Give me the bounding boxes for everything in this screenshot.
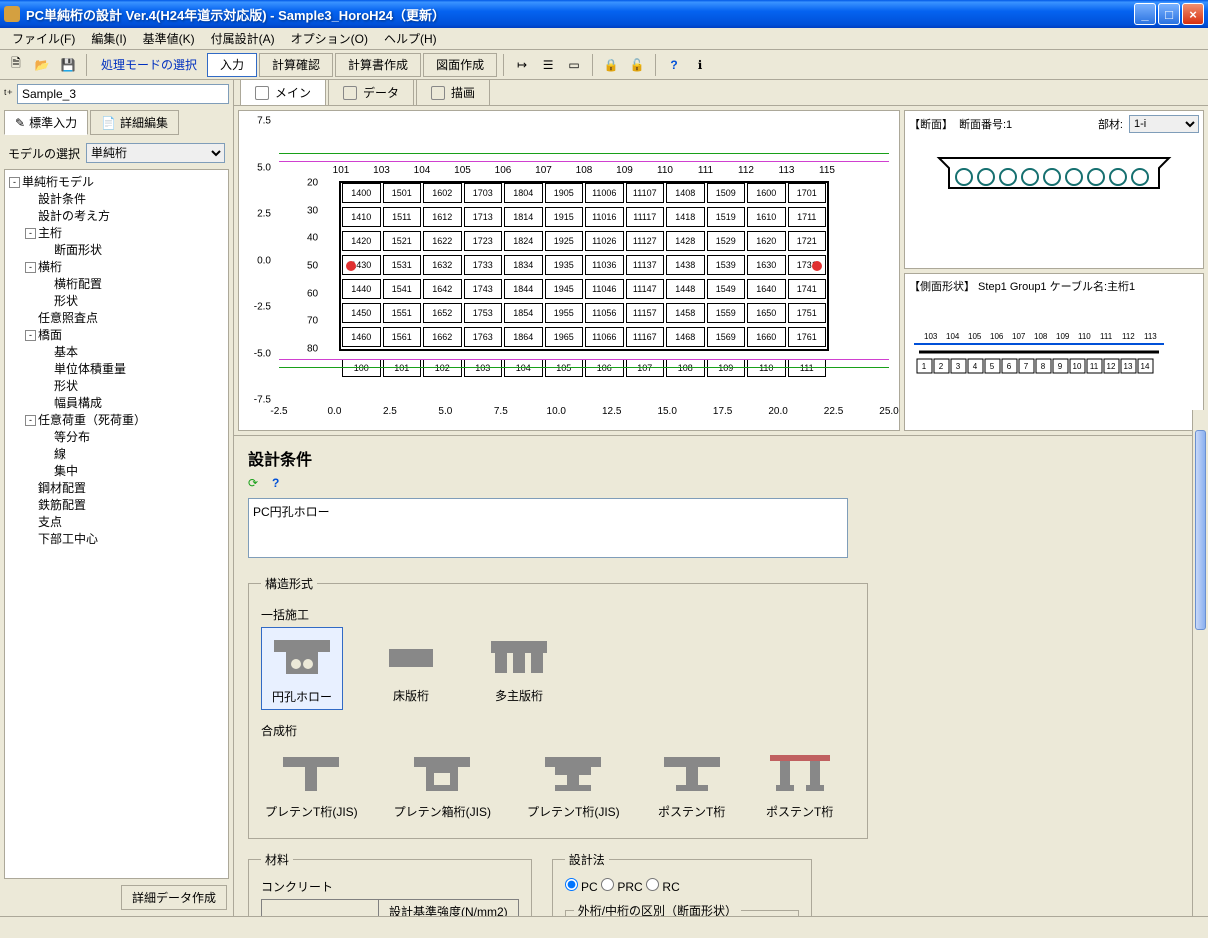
- structure-type-group: 構造形式 一括施工 円孔ホロー床版桁多主版桁 合成桁 プレテンT桁(JIS)プレ…: [248, 575, 868, 839]
- close-button[interactable]: ×: [1182, 3, 1204, 25]
- app-icon: [4, 6, 20, 22]
- svg-text:109: 109: [1056, 332, 1070, 341]
- menu-file[interactable]: ファイル(F): [4, 28, 83, 49]
- tab-standard-input[interactable]: ✎標準入力: [4, 110, 88, 135]
- svg-text:107: 107: [1012, 332, 1026, 341]
- model-tree[interactable]: -単純桁モデル 設計条件 設計の考え方 -主桁 断面形状 -横桁 横桁配置 形状: [4, 169, 229, 879]
- girder-dist-group: 外桁/中桁の区別（断面形状） 同じ 異なる: [565, 902, 799, 916]
- section-view: 【断面】 断面番号:1 部材: 1-i: [904, 110, 1204, 269]
- sheet-icon: 📄: [101, 116, 116, 130]
- struct-item[interactable]: 多主版桁: [479, 627, 559, 710]
- rp-tab-main[interactable]: メイン: [240, 79, 326, 105]
- rp-tab-data[interactable]: データ: [328, 79, 414, 105]
- svg-text:3: 3: [956, 362, 961, 371]
- struct-item[interactable]: プレテンT桁(JIS): [523, 743, 624, 824]
- struct-item[interactable]: プレテンT桁(JIS): [261, 743, 362, 824]
- svg-text:7: 7: [1024, 362, 1029, 371]
- right-panel: メイン データ 描画 -7.5-5.0-2.50.02.55.07.5 -2.5…: [234, 80, 1208, 916]
- svg-text:11: 11: [1090, 362, 1099, 371]
- save-file-button[interactable]: [56, 53, 80, 77]
- svg-text:113: 113: [1144, 332, 1157, 341]
- radio-pc[interactable]: PC: [565, 880, 598, 894]
- model-name-input[interactable]: [17, 84, 229, 104]
- toolbar-ext1[interactable]: ↦: [510, 53, 534, 77]
- svg-text:4: 4: [973, 362, 978, 371]
- svg-text:14: 14: [1141, 362, 1150, 371]
- description-textbox[interactable]: [248, 498, 848, 558]
- form-title: 設計条件: [248, 446, 1188, 470]
- svg-text:111: 111: [1100, 332, 1113, 341]
- new-file-button[interactable]: [4, 53, 28, 77]
- svg-text:12: 12: [1107, 362, 1116, 371]
- material-table: 設計基準強度(N/mm2) 主桁コンクリート30 床版コンクリート30: [261, 899, 519, 916]
- struct-item[interactable]: 円孔ホロー: [261, 627, 343, 710]
- toolbar-unlock-icon[interactable]: 🔓: [625, 53, 649, 77]
- vertical-scrollbar[interactable]: [1192, 410, 1208, 916]
- data-view-icon: [343, 86, 357, 100]
- rp-tab-draw[interactable]: 描画: [416, 79, 490, 105]
- menu-help[interactable]: ヘルプ(H): [376, 28, 445, 49]
- struct-item[interactable]: 床版桁: [371, 627, 451, 710]
- form-help-icon[interactable]: [272, 476, 290, 494]
- svg-text:13: 13: [1124, 362, 1133, 371]
- member-select[interactable]: 1-i: [1129, 115, 1199, 133]
- menu-attached[interactable]: 付属設計(A): [203, 28, 283, 49]
- svg-text:104: 104: [946, 332, 960, 341]
- draw-view-icon: [431, 86, 445, 100]
- title-bar: PC単純桁の設計 Ver.4(H24年道示対応版) - Sample3_Horo…: [0, 0, 1208, 28]
- mode-input-button[interactable]: 入力: [207, 53, 257, 77]
- minimize-button[interactable]: _: [1134, 3, 1156, 25]
- maximize-button[interactable]: □: [1158, 3, 1180, 25]
- main-plan-view[interactable]: -7.5-5.0-2.50.02.55.07.5 -2.50.02.55.07.…: [238, 110, 900, 431]
- svg-text:108: 108: [1034, 332, 1048, 341]
- radio-prc[interactable]: PRC: [601, 880, 643, 894]
- toolbar-ext2[interactable]: ☰: [536, 53, 560, 77]
- left-panel: ᵗ⁺ ✎標準入力 📄詳細編集 モデルの選択 単純桁 -単純桁モデル 設計条件 設…: [0, 80, 234, 916]
- mode-calc-check-button[interactable]: 計算確認: [259, 53, 333, 77]
- svg-text:8: 8: [1041, 362, 1046, 371]
- side-view: 【側面形状】 Step1 Group1 ケーブル名:主桁1 1031041051…: [904, 273, 1204, 432]
- menu-edit[interactable]: 編集(I): [83, 28, 134, 49]
- svg-text:112: 112: [1122, 332, 1135, 341]
- mode-report-button[interactable]: 計算書作成: [335, 53, 421, 77]
- toolbar-info-button[interactable]: ℹ: [688, 53, 712, 77]
- svg-text:9: 9: [1058, 362, 1063, 371]
- pencil-icon: ✎: [15, 116, 25, 130]
- menu-bar: ファイル(F) 編集(I) 基準値(K) 付属設計(A) オプション(O) ヘル…: [0, 28, 1208, 50]
- svg-text:6: 6: [1007, 362, 1012, 371]
- struct-item[interactable]: プレテン箱桁(JIS): [390, 743, 495, 824]
- svg-text:5: 5: [990, 362, 995, 371]
- main-view-icon: [255, 86, 269, 100]
- struct-item[interactable]: ポステンT桁: [760, 743, 840, 824]
- svg-text:10: 10: [1073, 362, 1082, 371]
- window-title: PC単純桁の設計 Ver.4(H24年道示対応版) - Sample3_Horo…: [26, 5, 1134, 24]
- model-select-label: モデルの選択: [8, 145, 80, 162]
- svg-text:103: 103: [924, 332, 938, 341]
- mode-draw-button[interactable]: 図面作成: [423, 53, 497, 77]
- toolbar-lock-icon[interactable]: 🔒: [599, 53, 623, 77]
- detail-data-button[interactable]: 詳細データ作成: [121, 885, 227, 910]
- model-select[interactable]: 単純桁: [86, 143, 225, 163]
- svg-text:2: 2: [939, 362, 944, 371]
- svg-text:105: 105: [968, 332, 982, 341]
- toolbar-ext3[interactable]: ▭: [562, 53, 586, 77]
- radio-rc[interactable]: RC: [646, 880, 680, 894]
- design-method-group: 設計法 PC PRC RC 外桁/中桁の区別（断面形状） 同じ 異なる: [552, 851, 812, 916]
- material-group: 材料 コンクリート 設計基準強度(N/mm2) 主桁コンクリート30 床版コンク…: [248, 851, 532, 916]
- refresh-icon[interactable]: ⟳: [248, 476, 266, 494]
- tree-icon: ᵗ⁺: [4, 87, 13, 101]
- menu-standard[interactable]: 基準値(K): [135, 28, 203, 49]
- open-file-button[interactable]: [30, 53, 54, 77]
- help-button[interactable]: [662, 53, 686, 77]
- status-bar: [0, 916, 1208, 938]
- tab-detail-edit[interactable]: 📄詳細編集: [90, 110, 179, 135]
- svg-text:1: 1: [922, 362, 927, 371]
- menu-option[interactable]: オプション(O): [283, 28, 376, 49]
- svg-text:110: 110: [1078, 332, 1091, 341]
- toolbar: 処理モードの選択 入力 計算確認 計算書作成 図面作成 ↦ ☰ ▭ 🔒 🔓 ℹ: [0, 50, 1208, 80]
- struct-item[interactable]: ポステンT桁: [652, 743, 732, 824]
- svg-text:106: 106: [990, 332, 1004, 341]
- mode-label: 処理モードの選択: [93, 56, 205, 73]
- form-area: 設計条件 ⟳ 構造形式 一括施工 円孔ホロー床版桁多主版桁 合成桁 プレテンT桁…: [234, 436, 1208, 916]
